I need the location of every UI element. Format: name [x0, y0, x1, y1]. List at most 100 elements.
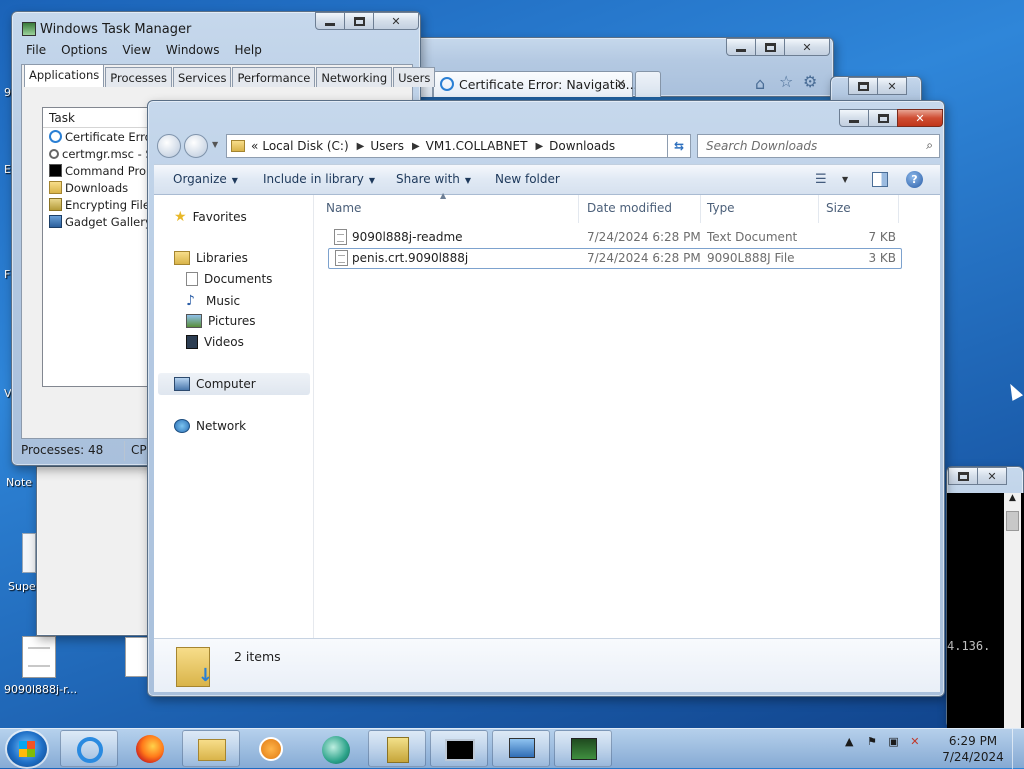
column-type[interactable]: Type	[707, 201, 735, 215]
change-view-icon[interactable]: ☰	[815, 172, 827, 187]
breadcrumb-local-disk[interactable]: Local Disk (C:)	[262, 139, 348, 153]
refresh-button[interactable]: ⇆	[667, 134, 691, 158]
cmd-scroll-up-icon[interactable]: ▲	[1004, 493, 1021, 509]
preview-pane-icon[interactable]	[872, 172, 888, 187]
taskbar-explorer[interactable]	[182, 730, 240, 767]
share-with-button[interactable]: Share with ▼	[396, 172, 471, 186]
breadcrumb-separator-icon[interactable]: ▶	[412, 141, 420, 152]
show-hidden-icons-icon[interactable]: ▲	[845, 735, 853, 748]
menu-file[interactable]: File	[26, 43, 46, 57]
column-date-modified[interactable]: Date modified	[587, 201, 672, 215]
column-separator[interactable]	[700, 195, 701, 223]
cmd-scrollbar[interactable]: ▲	[1004, 493, 1021, 729]
address-bar[interactable]: « Local Disk (C:) ▶ Users ▶ VM1.COLLABNE…	[226, 134, 688, 158]
taskbar-media-player[interactable]	[243, 730, 301, 767]
ie-tab-close-icon[interactable]: ✕	[616, 76, 626, 91]
nav-pictures[interactable]: Pictures	[186, 314, 256, 328]
column-separator[interactable]	[898, 195, 899, 223]
breadcrumb-users[interactable]: Users	[370, 139, 404, 153]
breadcrumb-overflow[interactable]: «	[251, 139, 258, 153]
command-prompt-window[interactable]: ✕ 4.136. ▲	[946, 466, 1024, 729]
desktop-label-2[interactable]: E	[4, 163, 11, 176]
cmd-maximize-button[interactable]	[948, 467, 978, 485]
help-icon[interactable]: ?	[906, 171, 923, 188]
explorer-maximize-button[interactable]	[868, 109, 898, 127]
ie-minimize-button[interactable]	[726, 38, 756, 56]
taskbar-certmgr[interactable]	[368, 730, 426, 767]
file-row[interactable]: penis.crt.9090l888j 7/24/2024 6:28 PM 90…	[328, 248, 902, 269]
breadcrumb-downloads[interactable]: Downloads	[549, 139, 615, 153]
ie-favorites-icon[interactable]: ☆	[779, 72, 793, 91]
view-dropdown-icon[interactable]: ▼	[842, 175, 848, 184]
nav-favorites[interactable]: ★ Favorites	[174, 209, 247, 225]
menu-windows[interactable]: Windows	[166, 43, 220, 57]
back-button[interactable]	[157, 134, 181, 158]
network-status-icon[interactable]: ▣	[888, 735, 898, 748]
file-row[interactable]: 9090l888j-readme 7/24/2024 6:28 PM Text …	[328, 227, 902, 248]
column-separator[interactable]	[818, 195, 819, 223]
task-manager-maximize-button[interactable]	[344, 12, 374, 30]
column-size[interactable]: Size	[826, 201, 851, 215]
show-desktop-button[interactable]	[1012, 729, 1024, 769]
tab-processes[interactable]: Processes	[105, 67, 172, 87]
desktop-file-icon[interactable]	[22, 636, 56, 678]
desktop-label-5[interactable]: Note	[6, 476, 32, 489]
explorer-minimize-button[interactable]	[839, 109, 869, 127]
third-window-close-button[interactable]: ✕	[877, 77, 907, 95]
ie-new-tab-button[interactable]	[635, 71, 661, 97]
start-button[interactable]	[7, 731, 47, 767]
forward-button[interactable]	[184, 134, 208, 158]
explorer-window[interactable]: ✕ ▼ « Local Disk (C:) ▶ Users ▶ VM1.COLL…	[147, 100, 945, 697]
tab-services[interactable]: Services	[172, 67, 232, 87]
action-center-flag-icon[interactable]: ⚑	[867, 735, 877, 748]
menu-view[interactable]: View	[122, 43, 150, 57]
file-list[interactable]: ▲ Name Date modified Type Size 9090l888j…	[314, 191, 940, 638]
cmd-close-button[interactable]: ✕	[977, 467, 1007, 485]
taskbar-command-prompt[interactable]	[430, 730, 488, 767]
tab-users[interactable]: Users	[393, 67, 436, 87]
nav-videos[interactable]: Videos	[186, 335, 244, 349]
taskbar-network-app[interactable]	[492, 730, 550, 767]
ie-window[interactable]: ✕ Certificate Error: Navigatio... ✕ ⌂ ☆ …	[407, 37, 834, 97]
tab-networking[interactable]: Networking	[316, 67, 393, 87]
desktop-shortcut-white-icon[interactable]	[22, 533, 36, 573]
menu-help[interactable]: Help	[234, 43, 261, 57]
nav-documents[interactable]: Documents	[186, 272, 272, 286]
cmd-scroll-thumb[interactable]	[1006, 511, 1019, 531]
taskbar-internet-explorer[interactable]	[60, 730, 118, 767]
search-icon[interactable]: ⌕	[926, 138, 933, 153]
cmd-console[interactable]: 4.136. ▲	[947, 493, 1024, 729]
recent-pages-chevron-icon[interactable]: ▼	[212, 140, 218, 149]
search-input[interactable]: Search Downloads ⌕	[697, 134, 940, 158]
include-in-library-button[interactable]: Include in library ▼	[263, 172, 375, 186]
taskbar-app-globe[interactable]	[306, 730, 364, 767]
explorer-close-button[interactable]: ✕	[897, 109, 943, 127]
ie-maximize-button[interactable]	[755, 38, 785, 56]
column-separator[interactable]	[578, 195, 579, 223]
desktop-label-3[interactable]: F	[4, 268, 10, 281]
nav-computer[interactable]: Computer	[174, 377, 256, 391]
new-folder-button[interactable]: New folder	[495, 172, 560, 186]
nav-libraries[interactable]: Libraries	[174, 251, 248, 265]
breadcrumb-separator-icon[interactable]: ▶	[535, 141, 543, 152]
breadcrumb-user-folder[interactable]: VM1.COLLABNET	[426, 139, 528, 153]
breadcrumb-separator-icon[interactable]: ▶	[357, 141, 365, 152]
nav-music[interactable]: ♪ Music	[186, 293, 240, 309]
third-window-maximize-button[interactable]	[848, 77, 878, 95]
taskbar-firefox[interactable]	[121, 730, 179, 767]
nav-network[interactable]: Network	[174, 419, 246, 433]
desktop-file-label[interactable]: 9090l888j-r...	[4, 683, 77, 696]
ie-tab-certificate-error[interactable]: Certificate Error: Navigatio... ✕	[433, 71, 638, 97]
taskbar-task-manager[interactable]	[554, 730, 612, 767]
organize-button[interactable]: Organize ▼	[173, 172, 238, 186]
menu-options[interactable]: Options	[61, 43, 107, 57]
volume-muted-icon[interactable]: ✕	[910, 735, 919, 748]
tab-performance[interactable]: Performance	[232, 67, 316, 87]
task-manager-minimize-button[interactable]	[315, 12, 345, 30]
clock[interactable]: 6:29 PM 7/24/2024	[940, 733, 1006, 765]
task-manager-close-button[interactable]: ✕	[373, 12, 419, 30]
ie-home-icon[interactable]: ⌂	[755, 74, 765, 93]
ie-tools-gear-icon[interactable]: ⚙	[803, 72, 817, 91]
ie-close-button[interactable]: ✕	[784, 38, 830, 56]
desktop-label-6[interactable]: Supe	[8, 580, 36, 593]
